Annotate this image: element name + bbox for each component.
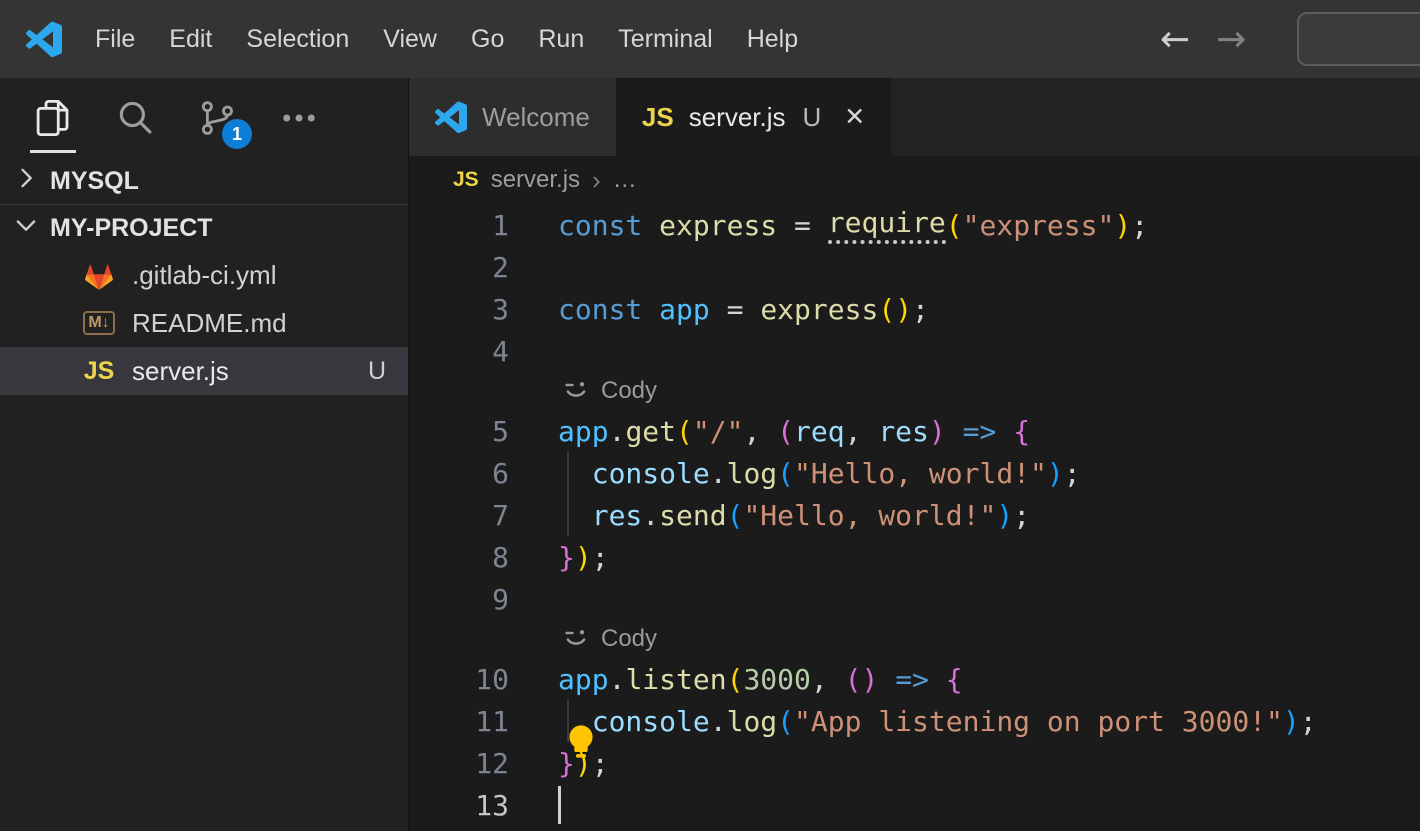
- explorer-icon[interactable]: [30, 95, 76, 141]
- code-line-7[interactable]: 7 res.send("Hello, world!");: [409, 494, 1420, 536]
- line-number: 13: [409, 789, 509, 822]
- line-number: 2: [409, 251, 509, 284]
- activity-bar: 1: [0, 78, 408, 158]
- code-text: const express = require("express");: [558, 204, 1148, 246]
- section-label: MYSQL: [50, 167, 139, 196]
- cody-icon: [561, 624, 591, 654]
- line-number: 3: [409, 293, 509, 326]
- tab-welcome[interactable]: Welcome: [409, 78, 616, 156]
- git-status-badge: U: [368, 357, 386, 386]
- more-icon[interactable]: [276, 95, 322, 141]
- source-control-badge: 1: [222, 119, 252, 149]
- search-icon[interactable]: [112, 95, 158, 141]
- code-line-2[interactable]: 2: [409, 246, 1420, 288]
- menu-run[interactable]: Run: [521, 25, 601, 54]
- menu-edit[interactable]: Edit: [152, 25, 229, 54]
- tab-label: server.js: [689, 102, 786, 133]
- code-text: const app = express();: [558, 288, 929, 330]
- tab-bar: Welcome JS server.js U ✕: [409, 78, 1420, 156]
- codelens-label: Cody: [601, 625, 657, 653]
- code-text: app.get("/", (req, res) => {: [558, 410, 1030, 452]
- line-number: 7: [409, 499, 509, 532]
- file-tree: .gitlab-ci.yml M↓ README.md JS server.js U: [0, 251, 408, 395]
- chevron-right-icon: [12, 164, 40, 199]
- vscode-icon: [435, 101, 467, 133]
- editor-group: Welcome JS server.js U ✕ JS server.js › … 1 c…: [409, 78, 1420, 831]
- menu-file[interactable]: File: [78, 25, 152, 54]
- vscode-logo-icon: [26, 21, 62, 57]
- js-file-icon: JS: [453, 168, 479, 192]
- file-item-server.js[interactable]: JS server.js U: [0, 347, 408, 395]
- source-control-icon[interactable]: 1: [194, 95, 240, 141]
- line-number: 10: [409, 663, 509, 696]
- lightbulb-icon[interactable]: [561, 722, 601, 769]
- chevron-down-icon: [12, 211, 40, 246]
- file-name: server.js: [132, 356, 229, 387]
- file-name: README.md: [132, 308, 287, 339]
- section-label: MY-PROJECT: [50, 214, 213, 243]
- line-number: 4: [409, 335, 509, 368]
- tab-label: Welcome: [482, 102, 590, 133]
- tab-server-js[interactable]: JS server.js U ✕: [616, 78, 891, 156]
- line-number: 6: [409, 457, 509, 490]
- nav-arrows: ← →: [1160, 0, 1246, 78]
- line-number: 11: [409, 705, 509, 738]
- code-text: app.listen(3000, () => {: [558, 658, 963, 700]
- menu-help[interactable]: Help: [730, 25, 815, 54]
- gitlab-file-icon: [78, 259, 120, 292]
- workbench: 1 MYSQL MY-PROJECT .gitlab-ci.yml M↓ READM…: [0, 78, 1420, 831]
- sidebar-section-mysql[interactable]: MYSQL: [0, 158, 408, 204]
- markdown-file-icon: M↓: [78, 311, 120, 335]
- back-button[interactable]: ←: [1160, 19, 1190, 60]
- breadcrumb-file[interactable]: server.js: [491, 166, 580, 194]
- vscode-window: { "titlebar": { "menus": ["File", "Edit"…: [0, 0, 1420, 831]
- code-line-12[interactable]: 12});: [409, 742, 1420, 784]
- breadcrumb: JS server.js › …: [409, 156, 1420, 204]
- forward-button[interactable]: →: [1216, 19, 1246, 60]
- code-line-13[interactable]: 13: [409, 784, 1420, 826]
- code-line-10[interactable]: 10 app.listen(3000, () => {: [409, 658, 1420, 700]
- cody-codelens[interactable]: Cody: [409, 372, 1420, 410]
- menu-go[interactable]: Go: [454, 25, 521, 54]
- code-line-1[interactable]: 1 const express = require("express");: [409, 204, 1420, 246]
- breadcrumb-separator-icon: ›: [592, 165, 601, 196]
- code-line-8[interactable]: 8});: [409, 536, 1420, 578]
- line-number: 12: [409, 747, 509, 780]
- menu-bar: FileEditSelectionViewGoRunTerminalHelp: [78, 25, 815, 54]
- text-cursor: [558, 786, 561, 824]
- breadcrumb-symbol[interactable]: …: [613, 166, 637, 194]
- menu-view[interactable]: View: [366, 25, 454, 54]
- tab-git-status: U: [803, 102, 822, 133]
- file-item-.gitlab-ci.yml[interactable]: .gitlab-ci.yml: [0, 251, 408, 299]
- line-number: 5: [409, 415, 509, 448]
- cody-codelens[interactable]: Cody: [409, 620, 1420, 658]
- js-file-icon: JS: [78, 357, 120, 386]
- code-text: console.log("App listening on port 3000!…: [558, 700, 1317, 742]
- file-name: .gitlab-ci.yml: [132, 260, 276, 291]
- title-bar: FileEditSelectionViewGoRunTerminalHelp ←…: [0, 0, 1420, 78]
- code-line-5[interactable]: 5 app.get("/", (req, res) => {: [409, 410, 1420, 452]
- menu-terminal[interactable]: Terminal: [601, 25, 729, 54]
- code-line-9[interactable]: 9: [409, 578, 1420, 620]
- file-item-README.md[interactable]: M↓ README.md: [0, 299, 408, 347]
- code-line-6[interactable]: 6 console.log("Hello, world!");: [409, 452, 1420, 494]
- cody-icon: [561, 376, 591, 406]
- line-number: 8: [409, 541, 509, 574]
- line-number: 1: [409, 209, 509, 242]
- code-text: });: [558, 536, 609, 578]
- sidebar-section-my-project[interactable]: MY-PROJECT: [0, 205, 408, 251]
- line-number: 9: [409, 583, 509, 616]
- code-text: res.send("Hello, world!");: [558, 494, 1030, 536]
- code-editor[interactable]: 1 const express = require("express"); 2 3 co…: [409, 204, 1420, 826]
- command-center-search-box[interactable]: [1297, 12, 1420, 66]
- sidebar: 1 MYSQL MY-PROJECT .gitlab-ci.yml M↓ READM…: [0, 78, 409, 831]
- code-line-4[interactable]: 4: [409, 330, 1420, 372]
- codelens-label: Cody: [601, 377, 657, 405]
- menu-selection[interactable]: Selection: [229, 25, 366, 54]
- close-icon[interactable]: ✕: [844, 102, 865, 132]
- js-icon: JS: [642, 102, 674, 133]
- code-text: console.log("Hello, world!");: [558, 452, 1081, 494]
- code-text: [558, 784, 561, 826]
- code-line-3[interactable]: 3 const app = express();: [409, 288, 1420, 330]
